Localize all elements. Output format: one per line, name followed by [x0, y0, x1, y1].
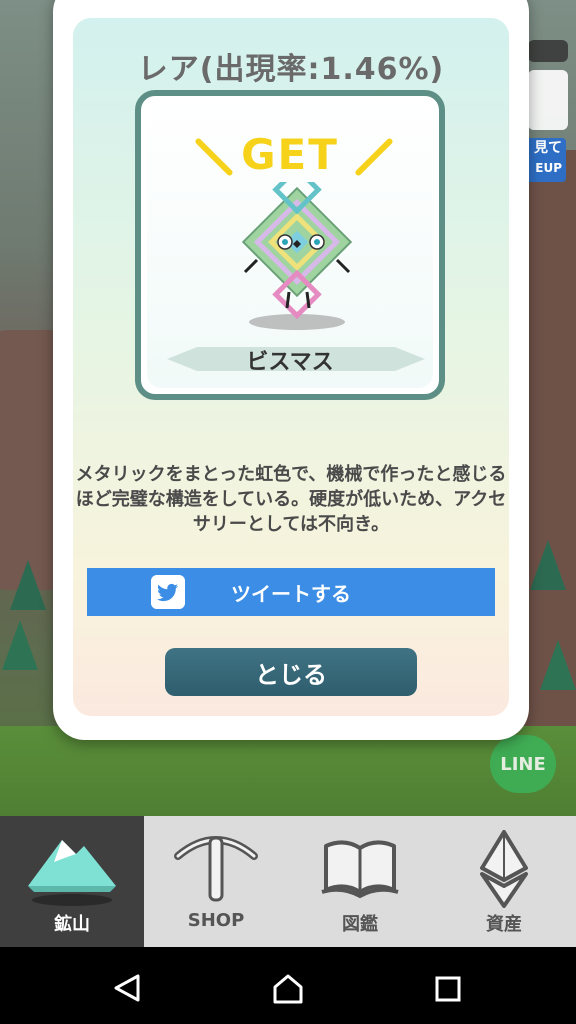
- bg-top-button[interactable]: [528, 40, 568, 62]
- tree: [10, 560, 46, 610]
- nav-label-assets: 資産: [486, 914, 522, 935]
- tree: [2, 620, 38, 670]
- home-icon[interactable]: [272, 973, 304, 1005]
- bg-blue-button-text-2: EUP: [535, 161, 562, 175]
- book-icon: [321, 840, 399, 899]
- bg-side-panel[interactable]: [528, 70, 568, 130]
- nav-label-shop: SHOP: [187, 910, 245, 931]
- line-badge[interactable]: LINE: [490, 735, 556, 793]
- tweet-button[interactable]: ツイートする: [87, 568, 495, 616]
- nav-item-shop[interactable]: SHOP: [144, 816, 288, 947]
- bottom-nav: 鉱山 SHOP 図鑑 資産: [0, 816, 576, 947]
- nav-item-encyclopedia[interactable]: 図鑑: [288, 816, 432, 947]
- bg-blue-button-text-1: 見て: [534, 140, 562, 156]
- tree: [530, 540, 566, 590]
- recents-icon[interactable]: [434, 975, 462, 1003]
- nav-label-mine: 鉱山: [54, 914, 90, 935]
- system-nav-bar: [0, 947, 576, 1024]
- mountain-icon: [28, 840, 116, 906]
- get-label: GET: [241, 130, 339, 179]
- rarity-title: レア(出現率:1.46%): [137, 52, 445, 87]
- character-description: メタリックをまとった虹色で、機械で作ったと感じるほど完璧な構造をしている。硬度が…: [75, 464, 507, 535]
- nav-label-encyclopedia: 図鑑: [342, 914, 378, 935]
- character-card-inner: GET ビスマス: [147, 102, 433, 388]
- nav-item-assets[interactable]: 資産: [432, 816, 576, 947]
- tree: [540, 640, 576, 690]
- nav-item-mine[interactable]: 鉱山: [0, 816, 144, 947]
- bismuth-character-image: [241, 182, 353, 330]
- modal-content: レア(出現率:1.46%) GET ビスマス メタリックをまとった虹色で、機械で…: [73, 18, 509, 716]
- pickaxe-icon: [174, 836, 258, 902]
- character-name: ビスマス: [246, 350, 334, 375]
- ethereum-icon: [480, 830, 528, 908]
- bg-blue-button[interactable]: 見て EUP: [524, 138, 566, 182]
- result-modal: レア(出現率:1.46%) GET ビスマス メタリックをまとった虹色で、機械で…: [53, 0, 529, 740]
- character-card: GET ビスマス: [135, 90, 445, 400]
- back-icon[interactable]: [112, 973, 142, 1003]
- tweet-button-label: ツイートする: [231, 581, 351, 606]
- close-button[interactable]: とじる: [165, 648, 417, 696]
- twitter-icon: [151, 575, 185, 609]
